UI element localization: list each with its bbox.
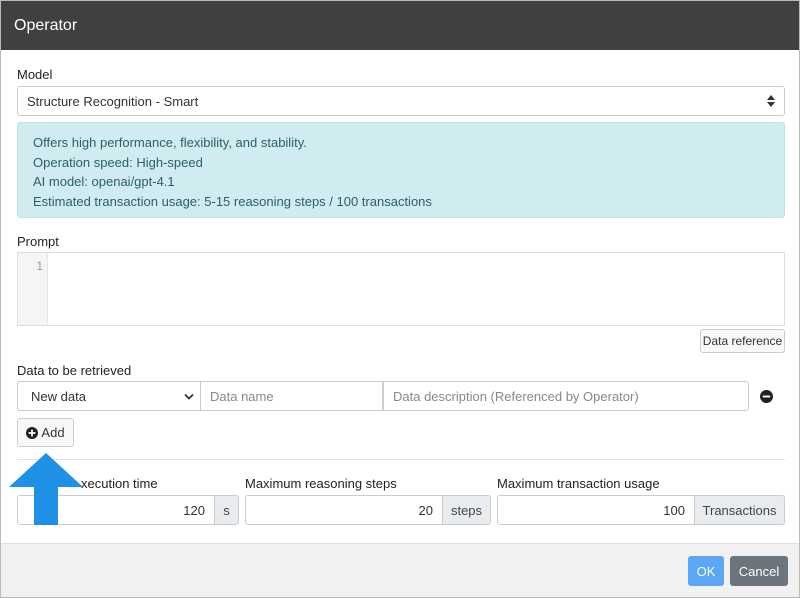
updown-caret-icon xyxy=(767,95,775,107)
reasoning-steps-label: Maximum reasoning steps xyxy=(245,476,397,491)
data-type-value: New data xyxy=(31,388,86,404)
chevron-down-icon xyxy=(184,393,194,400)
transaction-usage-unit: Transactions xyxy=(694,495,785,525)
section-divider xyxy=(17,459,785,460)
info-line-ai-model: AI model: openai/gpt-4.1 xyxy=(33,174,175,189)
model-select-value: Structure Recognition - Smart xyxy=(27,93,199,109)
data-description-input[interactable]: Data description (Referenced by Operator… xyxy=(383,381,749,411)
data-type-select[interactable]: New data xyxy=(17,381,201,411)
dialog-footer xyxy=(1,543,799,597)
model-info-box: Offers high performance, flexibility, an… xyxy=(17,122,785,218)
reasoning-steps-input[interactable]: 20 xyxy=(245,495,443,525)
execution-time-label: xecution time xyxy=(81,476,158,491)
execution-time-value: 120 xyxy=(183,502,205,518)
info-line-description: Offers high performance, flexibility, an… xyxy=(33,135,307,150)
data-retrieve-label: Data to be retrieved xyxy=(17,363,132,378)
transaction-usage-label: Maximum transaction usage xyxy=(497,476,660,491)
up-arrow-icon xyxy=(9,453,83,525)
reasoning-steps-unit: steps xyxy=(442,495,491,525)
minus-circle-icon[interactable] xyxy=(760,390,773,403)
reasoning-steps-value: 20 xyxy=(418,502,433,518)
operator-dialog: Operator Model Structure Recognition - S… xyxy=(0,0,800,598)
plus-circle-icon xyxy=(26,426,39,439)
data-name-input[interactable]: Data name xyxy=(200,381,383,411)
cancel-button[interactable]: Cancel xyxy=(730,556,788,586)
transaction-usage-value: 100 xyxy=(663,502,685,518)
model-select[interactable]: Structure Recognition - Smart xyxy=(17,86,785,116)
dialog-title: Operator xyxy=(1,1,799,50)
add-data-label: Add xyxy=(41,425,65,440)
model-label: Model xyxy=(17,67,53,82)
data-reference-button[interactable]: Data reference xyxy=(700,329,785,353)
ok-button[interactable]: OK xyxy=(688,556,724,586)
info-line-transaction-usage: Estimated transaction usage: 5-15 reason… xyxy=(33,193,432,209)
prompt-label: Prompt xyxy=(17,234,59,249)
transaction-usage-input[interactable]: 100 xyxy=(497,495,695,525)
prompt-editor[interactable]: 1 xyxy=(17,252,785,326)
data-description-placeholder: Data description (Referenced by Operator… xyxy=(393,388,639,404)
execution-time-unit: s xyxy=(214,495,239,525)
info-line-speed: Operation speed: High-speed xyxy=(33,154,203,170)
add-data-button[interactable]: Add xyxy=(17,418,74,447)
prompt-line-number: 1 xyxy=(18,253,48,325)
data-name-placeholder: Data name xyxy=(210,388,274,404)
